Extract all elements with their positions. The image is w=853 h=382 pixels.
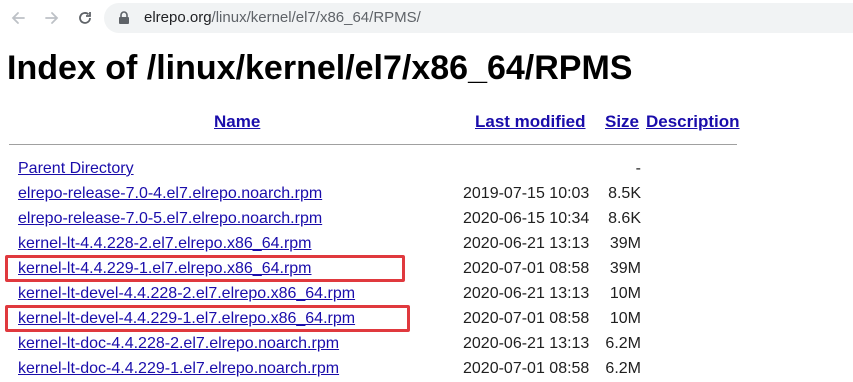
table-row: kernel-lt-doc-4.4.229-1.el7.elrepo.noarc… [0, 357, 853, 382]
back-button[interactable] [6, 6, 30, 30]
last-modified-cell: 2020-07-01 08:58 [463, 260, 590, 277]
last-modified-cell: 2019-07-15 10:03 [463, 185, 590, 202]
column-header-last-modified[interactable]: Last modified [475, 112, 586, 132]
table-row: kernel-lt-doc-4.4.228-2.el7.elrepo.noarc… [0, 332, 853, 357]
size-cell: 39M [609, 235, 641, 252]
highlight-annotation-box [5, 305, 410, 332]
size-cell: 39M [609, 260, 641, 277]
table-row: kernel-lt-devel-4.4.228-2.el7.elrepo.x86… [0, 282, 853, 307]
forward-button[interactable] [40, 6, 64, 30]
address-bar[interactable]: elrepo.org/linux/kernel/el7/x86_64/RPMS/ [104, 3, 853, 33]
url-text[interactable]: elrepo.org/linux/kernel/el7/x86_64/RPMS/ [144, 9, 421, 27]
file-link[interactable]: kernel-lt-doc-4.4.228-2.el7.elrepo.noarc… [18, 334, 339, 354]
size-cell: 6.2M [605, 360, 641, 377]
header-divider [9, 144, 737, 145]
table-row: elrepo-release-7.0-4.el7.elrepo.noarch.r… [0, 182, 853, 207]
url-host: elrepo.org [144, 9, 212, 26]
table-row: kernel-lt-4.4.229-1.el7.elrepo.x86_64.rp… [0, 255, 853, 282]
last-modified-cell: 2020-06-21 13:13 [463, 285, 590, 302]
reload-button[interactable] [73, 6, 97, 30]
file-link[interactable]: elrepo-release-7.0-5.el7.elrepo.noarch.r… [18, 209, 322, 229]
highlight-annotation-box [5, 255, 405, 282]
lock-icon[interactable] [118, 11, 130, 25]
file-link[interactable]: elrepo-release-7.0-4.el7.elrepo.noarch.r… [18, 184, 322, 204]
table-row: Parent Directory - [0, 157, 853, 182]
arrow-right-icon [45, 12, 59, 24]
last-modified-cell: 2020-07-01 08:58 [463, 360, 590, 377]
last-modified-cell: 2020-06-21 13:13 [463, 335, 590, 352]
file-link[interactable]: kernel-lt-doc-4.4.229-1.el7.elrepo.noarc… [18, 359, 339, 379]
reload-icon [79, 12, 91, 24]
url-path: /linux/kernel/el7/x86_64/RPMS/ [211, 9, 421, 26]
size-cell: 6.2M [605, 335, 641, 352]
column-header-description[interactable]: Description [646, 112, 740, 132]
size-cell: 10M [609, 310, 641, 327]
column-header-name[interactable]: Name [214, 112, 260, 132]
last-modified-cell: 2020-07-01 08:58 [463, 310, 590, 327]
size-cell: 8.5K [608, 185, 641, 202]
size-cell: 8.6K [608, 210, 641, 227]
table-row: kernel-lt-devel-4.4.229-1.el7.elrepo.x86… [0, 305, 853, 332]
last-modified-cell: 2020-06-15 10:34 [463, 210, 590, 227]
size-cell: - [635, 160, 641, 177]
file-link[interactable]: kernel-lt-4.4.228-2.el7.elrepo.x86_64.rp… [18, 234, 312, 254]
file-link[interactable]: kernel-lt-devel-4.4.228-2.el7.elrepo.x86… [18, 284, 355, 304]
column-header-size[interactable]: Size [605, 112, 639, 132]
table-row: kernel-lt-4.4.228-2.el7.elrepo.x86_64.rp… [0, 232, 853, 257]
parent-directory-link[interactable]: Parent Directory [18, 159, 134, 179]
size-cell: 10M [609, 285, 641, 302]
arrow-left-icon [11, 12, 25, 24]
last-modified-cell: 2020-06-21 13:13 [463, 235, 590, 252]
page-title: Index of /linux/kernel/el7/x86_64/RPMS [7, 49, 633, 87]
browser-toolbar: elrepo.org/linux/kernel/el7/x86_64/RPMS/ [0, 0, 853, 36]
table-row: elrepo-release-7.0-5.el7.elrepo.noarch.r… [0, 207, 853, 232]
